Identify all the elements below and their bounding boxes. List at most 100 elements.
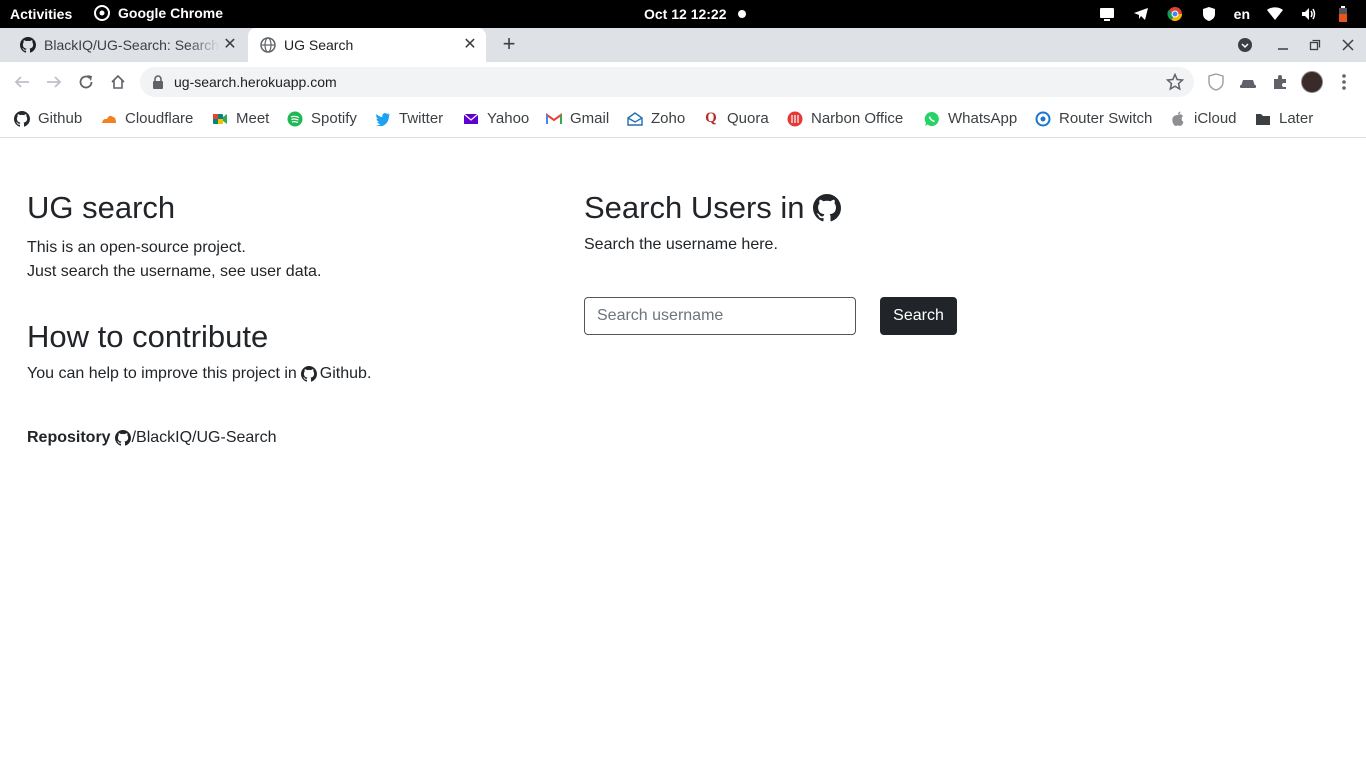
cloudflare-icon	[101, 111, 117, 127]
activities-button[interactable]: Activities	[10, 6, 72, 22]
twitter-icon	[375, 111, 391, 127]
bookmark-star-icon[interactable]	[1166, 73, 1184, 91]
home-icon[interactable]	[108, 72, 128, 92]
app-name: Google Chrome	[118, 5, 224, 21]
bookmark-label: WhatsApp	[948, 110, 1018, 127]
zoho-icon	[627, 111, 643, 127]
repository-link[interactable]: /BlackIQ/UG-Search	[132, 429, 277, 447]
notification-dot	[738, 10, 746, 18]
bookmark-icloud[interactable]: iCloud	[1170, 110, 1237, 127]
bookmark-label: Router Switch	[1059, 110, 1153, 127]
bookmark-folder-later[interactable]: Later	[1255, 110, 1313, 127]
vpn-shield-icon[interactable]	[1200, 5, 1218, 23]
gmail-icon	[546, 111, 562, 127]
tab-title: UG Search	[284, 37, 354, 53]
repository-line: Repository /BlackIQ/UG-Search	[27, 429, 277, 447]
contribute-heading: How to contribute	[27, 319, 269, 354]
search-button[interactable]: Search	[880, 297, 957, 335]
extension-icon[interactable]	[1239, 73, 1257, 91]
screen-share-icon[interactable]	[1098, 5, 1116, 23]
bookmark-whatsapp[interactable]: WhatsApp	[924, 110, 1017, 127]
folder-icon	[1255, 111, 1271, 127]
browser-toolbar: ug-search.herokuapp.com	[0, 62, 1366, 102]
contribute-sentence: You can help to improve this project in	[27, 365, 297, 382]
bookmark-label: Zoho	[651, 110, 686, 127]
bookmark-label: Twitter	[399, 110, 444, 127]
contribute-text: You can help to improve this project in …	[27, 365, 371, 383]
page-title: UG search	[27, 190, 176, 225]
bookmark-spotify[interactable]: Spotify	[287, 110, 357, 127]
tab-title: BlackIQ/UG-Search: Search	[44, 37, 220, 53]
bookmark-label: Spotify	[311, 110, 357, 127]
bookmark-quora[interactable]: Q Quora	[703, 110, 769, 127]
globe-icon	[260, 37, 276, 53]
language-indicator[interactable]: en	[1234, 6, 1250, 22]
tab-strip: BlackIQ/UG-Search: Search ✕ UG Search ✕ …	[0, 28, 1366, 62]
new-tab-button[interactable]: +	[498, 33, 520, 56]
os-top-bar: Activities Google Chrome Oct 12 12:22 en	[0, 0, 1366, 28]
tab-github-repo[interactable]: BlackIQ/UG-Search: Search ✕	[8, 28, 246, 62]
url-text[interactable]: ug-search.herokuapp.com	[174, 74, 337, 90]
chrome-tray-icon[interactable]	[1166, 5, 1184, 23]
bookmark-twitter[interactable]: Twitter	[375, 110, 443, 127]
router-icon	[1035, 111, 1051, 127]
bookmark-router-switch[interactable]: Router Switch	[1035, 110, 1152, 127]
clock[interactable]: Oct 12 12:22	[644, 6, 727, 22]
close-tab-icon[interactable]: ✕	[462, 37, 478, 53]
github-link[interactable]: Github.	[320, 365, 372, 383]
bookmark-gmail[interactable]: Gmail	[546, 110, 609, 127]
back-icon[interactable]	[12, 72, 32, 92]
tab-search-icon[interactable]	[1235, 35, 1255, 55]
brave-shield-icon[interactable]	[1207, 73, 1225, 91]
bookmark-yahoo[interactable]: Yahoo	[463, 110, 529, 127]
intro-line: This is an open-source project.	[27, 239, 246, 256]
page-content: UG search This is an open-source project…	[0, 138, 1366, 768]
search-subtitle: Search the username here.	[584, 236, 778, 253]
minimize-icon[interactable]	[1273, 35, 1293, 55]
github-icon	[115, 430, 131, 446]
intro-text: This is an open-source project. Just sea…	[27, 236, 321, 284]
bookmark-label: Later	[1279, 110, 1314, 127]
wifi-icon[interactable]	[1266, 5, 1284, 23]
close-tab-icon[interactable]: ✕	[222, 37, 238, 53]
app-menu[interactable]: Google Chrome	[94, 5, 223, 21]
search-heading-text: Search Users in	[584, 190, 805, 225]
extensions-puzzle-icon[interactable]	[1271, 73, 1289, 91]
bookmark-cloudflare[interactable]: Cloudflare	[101, 110, 193, 127]
forward-icon[interactable]	[44, 72, 64, 92]
bookmark-label: Yahoo	[487, 110, 530, 127]
lock-icon[interactable]	[152, 75, 164, 89]
volume-icon[interactable]	[1300, 5, 1318, 23]
bookmark-label: Narbon Office	[811, 110, 904, 127]
bookmark-label: iCloud	[1194, 110, 1237, 127]
meet-icon	[212, 111, 228, 127]
spotify-icon	[287, 111, 303, 127]
bookmark-label: Meet	[236, 110, 270, 127]
github-icon	[813, 194, 841, 222]
repository-label: Repository	[27, 429, 111, 446]
search-heading: Search Users in	[584, 190, 841, 226]
github-icon	[20, 37, 36, 53]
address-bar[interactable]: ug-search.herokuapp.com	[140, 67, 1194, 97]
chrome-icon	[94, 5, 110, 21]
quora-icon: Q	[705, 110, 717, 126]
bookmarks-bar: Github Cloudflare Meet Spotify Twitter Y…	[0, 102, 1366, 138]
close-window-icon[interactable]	[1338, 35, 1358, 55]
narbon-icon	[787, 111, 803, 127]
profile-avatar[interactable]	[1301, 71, 1323, 93]
reload-icon[interactable]	[76, 72, 96, 92]
search-username-input[interactable]	[584, 297, 856, 335]
system-tray[interactable]: en	[1098, 5, 1352, 23]
battery-icon[interactable]	[1334, 5, 1352, 23]
bookmark-zoho[interactable]: Zoho	[627, 110, 685, 127]
bookmark-github[interactable]: Github	[14, 110, 82, 127]
restore-icon[interactable]	[1305, 35, 1325, 55]
bookmark-meet[interactable]: Meet	[212, 110, 269, 127]
tab-ug-search[interactable]: UG Search ✕	[248, 28, 486, 62]
bookmark-narbon-office[interactable]: Narbon Office	[787, 110, 903, 127]
telegram-icon[interactable]	[1132, 5, 1150, 23]
apple-icon	[1170, 111, 1186, 127]
bookmark-label: Github	[38, 110, 83, 127]
more-menu-icon[interactable]	[1336, 73, 1352, 91]
bookmark-label: Cloudflare	[125, 110, 194, 127]
